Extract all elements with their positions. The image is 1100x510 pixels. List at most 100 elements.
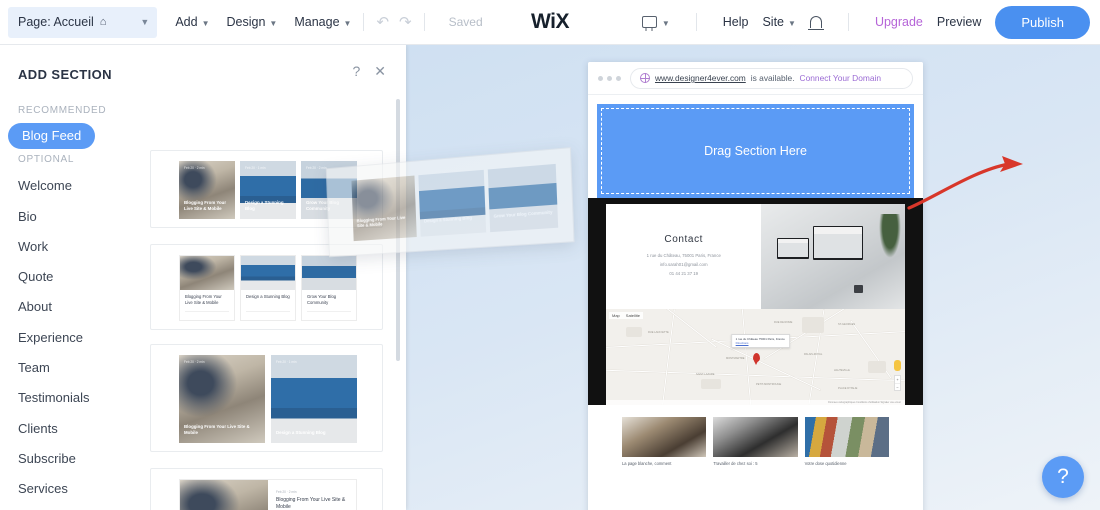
- panel-header-icons: ? ✕: [352, 63, 386, 80]
- undo-icon[interactable]: ↶: [376, 13, 389, 31]
- device-switcher[interactable]: ▼: [641, 16, 670, 28]
- card-title: Grow Your Blog Community: [307, 294, 337, 305]
- blog-post-image: [804, 417, 889, 457]
- map-type-toggle[interactable]: Map Satellite: [609, 312, 644, 319]
- redo-icon[interactable]: ↷: [399, 13, 412, 31]
- blog-post-image: [622, 417, 707, 457]
- undo-redo-group: ↶ ↷: [376, 13, 411, 31]
- card-meta-bar: ♡ 0 Write a comment: [307, 311, 351, 315]
- minimize-dot: [607, 75, 612, 81]
- main-menu: Add ▼ Design ▼ Manage ▼: [175, 15, 351, 29]
- sidebar-item-team[interactable]: Team: [0, 353, 150, 383]
- blog-post-caption: Votre dose quotidienne: [804, 461, 847, 466]
- upgrade-link[interactable]: Upgrade: [875, 15, 923, 29]
- sidebar-item-testimonials[interactable]: Testimonials: [0, 383, 150, 413]
- blog-post-caption: Travailler de chez soi : 5: [713, 461, 758, 466]
- editor-canvas: www.designer4ever.com is available. Conn…: [406, 45, 1100, 510]
- site-menu[interactable]: Site ▼: [762, 15, 795, 29]
- map-zoom-out-button[interactable]: −: [895, 383, 900, 390]
- sidebar-item-subscribe[interactable]: Subscribe: [0, 444, 150, 474]
- nav-group-optional: OPTIONAL: [18, 154, 75, 166]
- ghost-tile-caption: Blogging From Your Live Site & Mobile: [356, 214, 406, 229]
- add-section-panel: ADD SECTION ? ✕ RECOMMENDED Blog Feed OP…: [0, 45, 406, 510]
- map-tab-map[interactable]: Map: [612, 313, 620, 318]
- help-label: Help: [722, 15, 749, 29]
- section-card-blog-feed-3[interactable]: Feb 20 · 2 min Blogging From Your Live S…: [150, 344, 383, 452]
- map-tab-satellite[interactable]: Satellite: [626, 313, 640, 318]
- ghost-tile: Grow Your Blog Community: [487, 163, 559, 233]
- blog-post-card[interactable]: Votre dose quotidienne: [804, 417, 889, 467]
- thumbnail-tile: Feb 20 · 2 min Blogging From Your Live S…: [179, 355, 265, 443]
- map-directions-link[interactable]: Directions: [736, 341, 785, 345]
- blog-post-caption: La page blanche, comment: [622, 461, 672, 466]
- bell-icon[interactable]: [808, 16, 825, 31]
- drag-section-dropzone[interactable]: Drag Section Here: [597, 104, 914, 198]
- domain-bar[interactable]: www.designer4ever.com is available. Conn…: [630, 67, 913, 89]
- tile-kicker: Feb 20 · 2 min: [306, 166, 327, 170]
- sidebar-item-welcome[interactable]: Welcome: [0, 171, 150, 201]
- toolbar-divider: [363, 13, 365, 31]
- sidebar-item-work[interactable]: Work: [0, 232, 150, 262]
- help-menu[interactable]: Help: [723, 15, 749, 29]
- menu-design-label: Design: [226, 15, 266, 29]
- contact-address: 1 rue du Château, 75001 Paris, France: [646, 252, 721, 258]
- street-view-icon[interactable]: [894, 360, 901, 371]
- map-zoom-in-button[interactable]: +: [895, 376, 900, 383]
- blog-post-card[interactable]: La page blanche, comment: [622, 417, 707, 467]
- dropzone-label: Drag Section Here: [704, 144, 807, 158]
- help-fab-button[interactable]: ?: [1042, 456, 1084, 498]
- card-title: Blogging From Your Live Site & Mobile: [185, 294, 222, 305]
- ghost-tile-caption: Design a Stunning Blog: [423, 215, 473, 224]
- sidebar-item-skills[interactable]: Skills: [0, 505, 150, 510]
- sidebar-item-clients[interactable]: Clients: [0, 414, 150, 444]
- blog-post-card[interactable]: Travailler de chez soi : 5: [713, 417, 798, 467]
- map-attribution: Données cartographiques Conditions d'uti…: [606, 400, 905, 405]
- panel-title: ADD SECTION: [18, 67, 112, 82]
- thumbnail-image: [241, 256, 295, 290]
- map-zoom-controls[interactable]: + −: [894, 375, 901, 391]
- menu-manage[interactable]: Manage ▼: [294, 15, 351, 29]
- chevron-down-icon: ▼: [661, 18, 670, 28]
- desktop-screen-image: [813, 226, 864, 260]
- sidebar-item-experience[interactable]: Experience: [0, 323, 150, 353]
- contact-phone: 01 44 21 37 19: [669, 270, 699, 276]
- sidebar-item-about[interactable]: About: [0, 292, 150, 322]
- publish-button[interactable]: Publish: [995, 5, 1090, 39]
- preview-button[interactable]: Preview: [937, 15, 981, 29]
- map-info-bubble: 1 rue du Château 75001 Paris, France Dir…: [730, 334, 790, 348]
- menu-design[interactable]: Design ▼: [227, 15, 278, 29]
- panel-sidebar-nav: RECOMMENDED Blog Feed OPTIONAL Welcome B…: [0, 93, 150, 510]
- sidebar-item-bio[interactable]: Bio: [0, 202, 150, 232]
- sidebar-item-quote[interactable]: Quote: [0, 262, 150, 292]
- contact-heading: Contact: [664, 233, 704, 245]
- maximize-dot: [616, 75, 621, 81]
- page-selector[interactable]: Page: Accueil ⌂ ▼: [8, 6, 158, 38]
- domain-availability: is available.: [750, 73, 795, 83]
- ghost-tile: Blogging From Your Live Site & Mobile: [351, 175, 417, 242]
- browser-window-dots: [598, 75, 621, 81]
- wix-logo: WiX: [531, 10, 569, 33]
- tile-caption: Blogging From Your Live Site & Mobile: [184, 200, 227, 212]
- blog-post-image: [713, 417, 798, 457]
- section-card-blog-feed-4[interactable]: Feb 20 · 2 min Blogging From Your Live S…: [150, 468, 383, 510]
- monitor-icon: [641, 16, 657, 28]
- contact-section: Contact 1 rue du Château, 75001 Paris, F…: [606, 204, 905, 309]
- site-preview-browser: www.designer4ever.com is available. Conn…: [588, 62, 923, 510]
- ghost-tile: Design a Stunning Blog: [418, 169, 487, 237]
- connect-domain-link[interactable]: Connect Your Domain: [800, 73, 881, 83]
- google-map[interactable]: RUE LAFAYETTE RUE DE ROME ST-GEORGES MON…: [606, 309, 905, 405]
- sidebar-item-blog-feed[interactable]: Blog Feed: [8, 123, 96, 150]
- map-pin-icon: [752, 353, 760, 365]
- close-dot: [598, 75, 603, 81]
- toolbar-divider: [847, 13, 849, 31]
- save-status: Saved: [448, 15, 483, 29]
- question-mark-icon[interactable]: ?: [352, 63, 360, 80]
- site-content: Contact 1 rue du Château, 75001 Paris, F…: [588, 198, 923, 467]
- thumbnail-image: [180, 256, 234, 290]
- section-card-blog-feed-2[interactable]: Blogging From Your Live Site & Mobile ♡ …: [150, 244, 383, 330]
- editor-top-bar: Page: Accueil ⌂ ▼ Add ▼ Design ▼ Manage …: [0, 0, 1100, 45]
- sidebar-item-services[interactable]: Services: [0, 474, 150, 504]
- close-icon[interactable]: ✕: [374, 63, 386, 80]
- thumbnail-card: Blogging From Your Live Site & Mobile ♡ …: [179, 255, 235, 321]
- menu-add[interactable]: Add ▼: [175, 15, 209, 29]
